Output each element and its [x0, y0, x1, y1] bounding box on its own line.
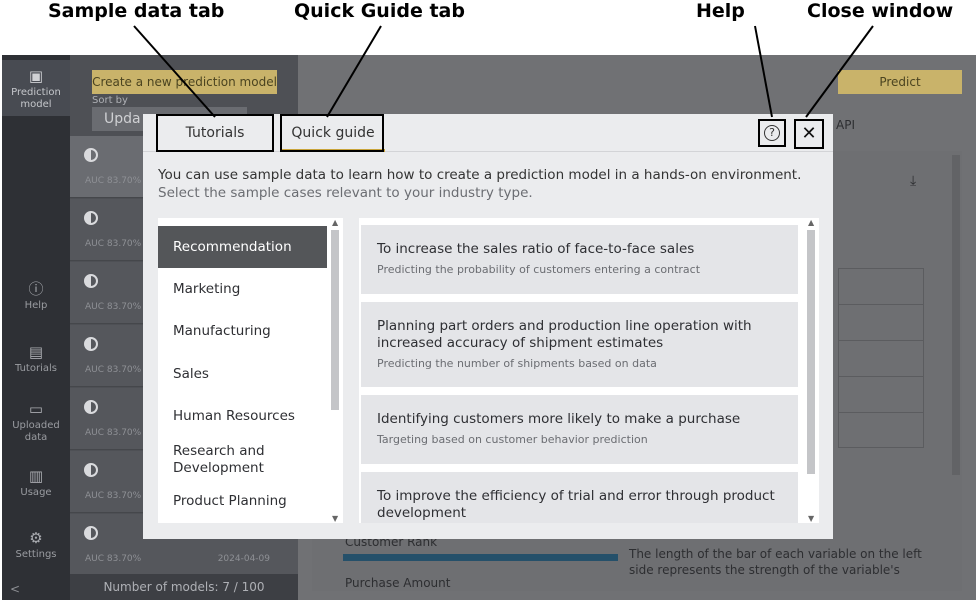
- highlight-box-quick-guide: [280, 114, 384, 152]
- sidebar-item-prediction-model[interactable]: ▣ Prediction model: [2, 60, 70, 116]
- half-circle-icon: [84, 337, 98, 351]
- half-circle-icon: [84, 463, 98, 477]
- sidebar-item-label: Uploaded data: [12, 420, 60, 443]
- api-tab[interactable]: API: [836, 118, 855, 132]
- case-title: Planning part orders and production line…: [377, 318, 752, 351]
- create-model-button[interactable]: Create a new prediction model: [92, 70, 277, 94]
- main-scrollbar[interactable]: [952, 155, 960, 475]
- case-scrollbar[interactable]: ▲ ▼: [804, 218, 819, 523]
- case-scroll-thumb[interactable]: [807, 230, 815, 474]
- close-button[interactable]: ✕: [794, 119, 824, 149]
- model-auc: AUC 83.70%: [85, 554, 142, 564]
- sidebar-item-uploaded-data[interactable]: ▭ Uploaded data: [2, 401, 70, 444]
- sidebar-item-tutorials[interactable]: ▤ Tutorials: [2, 344, 70, 375]
- case-title: Identifying customers more likely to mak…: [377, 411, 741, 427]
- result-table: [838, 268, 924, 448]
- sidebar-item-label: Prediction model: [11, 87, 61, 110]
- scroll-up-icon[interactable]: ▲: [808, 218, 814, 227]
- variable-bar: [343, 554, 618, 561]
- model-auc: AUC 83.70%: [85, 239, 142, 249]
- case-title: To increase the sales ratio of face-to-f…: [377, 241, 695, 257]
- model-auc: AUC 83.70%: [85, 428, 142, 438]
- category-list: Recommendation Marketing Manufacturing S…: [158, 218, 343, 523]
- sidebar-item-settings[interactable]: ⚙ Settings: [2, 530, 70, 561]
- sidebar-item-label: Tutorials: [15, 363, 57, 374]
- intro-subtext: Select the sample cases relevant to your…: [158, 185, 533, 201]
- model-auc: AUC 83.70%: [85, 491, 142, 501]
- half-circle-icon: [84, 148, 98, 162]
- modal-tab-bar: Tutorials Quick guide ? ✕: [143, 114, 833, 152]
- half-circle-icon: [84, 526, 98, 540]
- sample-case-card[interactable]: To improve the efficiency of trial and e…: [361, 472, 798, 523]
- sidebar: ▣ Prediction model ⓘ Help ▤ Tutorials ▭ …: [2, 55, 70, 600]
- download-icon[interactable]: ⤓: [910, 173, 916, 189]
- help-circle-icon: ⓘ: [28, 280, 44, 298]
- half-circle-icon: [84, 211, 98, 225]
- folder-icon: ▭: [28, 400, 44, 418]
- help-icon: ?: [764, 125, 780, 141]
- help-button[interactable]: ?: [758, 119, 786, 147]
- model-date: 2024-04-09: [217, 554, 270, 564]
- sample-case-card[interactable]: Planning part orders and production line…: [361, 302, 798, 387]
- bar-chart-icon: ▥: [28, 467, 44, 485]
- intro-text: You can use sample data to learn how to …: [158, 167, 802, 183]
- sample-case-card[interactable]: Identifying customers more likely to mak…: [361, 395, 798, 464]
- model-auc: AUC 83.70%: [85, 176, 142, 186]
- model-auc: AUC 83.70%: [85, 365, 142, 375]
- scroll-up-icon[interactable]: ▲: [332, 218, 338, 227]
- case-description: Targeting based on customer behavior pre…: [377, 433, 648, 446]
- category-item-human-resources[interactable]: Human Resources: [158, 408, 327, 425]
- case-description: Predicting the probability of customers …: [377, 263, 701, 276]
- category-item-product-planning[interactable]: Product Planning: [158, 493, 327, 510]
- callout-help: Help: [696, 0, 745, 22]
- collapse-sidebar-button[interactable]: <: [10, 582, 20, 596]
- category-item-recommendation[interactable]: Recommendation: [158, 226, 327, 268]
- scroll-down-icon[interactable]: ▼: [332, 514, 338, 523]
- sidebar-item-usage[interactable]: ▥ Usage: [2, 468, 70, 499]
- variable-description: The length of the bar of each variable o…: [629, 547, 922, 577]
- sample-case-card[interactable]: To increase the sales ratio of face-to-f…: [361, 225, 798, 294]
- variable-label-purchase-amount: Purchase Amount: [345, 576, 451, 590]
- scroll-down-icon[interactable]: ▼: [808, 514, 814, 523]
- callout-sample-data-tab: Sample data tab: [48, 0, 225, 22]
- sidebar-item-label: Settings: [15, 549, 57, 560]
- category-item-research-and-development[interactable]: Research and Development: [158, 443, 268, 477]
- predict-button[interactable]: Predict: [838, 70, 962, 94]
- model-auc: AUC 83.70%: [85, 302, 142, 312]
- gear-icon: ⚙: [29, 529, 43, 547]
- category-item-manufacturing[interactable]: Manufacturing: [158, 323, 327, 340]
- case-title: To improve the efficiency of trial and e…: [377, 488, 775, 521]
- category-scroll-thumb[interactable]: [331, 230, 339, 410]
- prediction-model-icon: ▣: [28, 67, 44, 85]
- case-description: Predicting the number of shipments based…: [377, 357, 657, 370]
- model-count: Number of models: 7 / 100: [70, 574, 298, 600]
- half-circle-icon: [84, 274, 98, 288]
- category-item-sales[interactable]: Sales: [158, 366, 327, 383]
- callout-quick-guide-tab: Quick Guide tab: [294, 0, 465, 22]
- half-circle-icon: [84, 400, 98, 414]
- modal-intro: You can use sample data to learn how to …: [158, 166, 818, 202]
- highlight-box-tutorials: [156, 114, 274, 152]
- callout-close-window: Close window: [807, 0, 954, 22]
- sidebar-item-help[interactable]: ⓘ Help: [2, 281, 70, 312]
- sort-label: Sort by: [92, 95, 128, 106]
- sample-case-list: To increase the sales ratio of face-to-f…: [359, 218, 819, 523]
- category-item-marketing[interactable]: Marketing: [158, 281, 327, 298]
- quick-guide-modal: Tutorials Quick guide ? ✕ You can use sa…: [143, 114, 833, 539]
- category-scrollbar[interactable]: ▲ ▼: [328, 218, 343, 523]
- document-icon: ▤: [28, 343, 44, 361]
- sidebar-item-label: Help: [24, 300, 48, 311]
- sidebar-item-label: Usage: [20, 487, 52, 498]
